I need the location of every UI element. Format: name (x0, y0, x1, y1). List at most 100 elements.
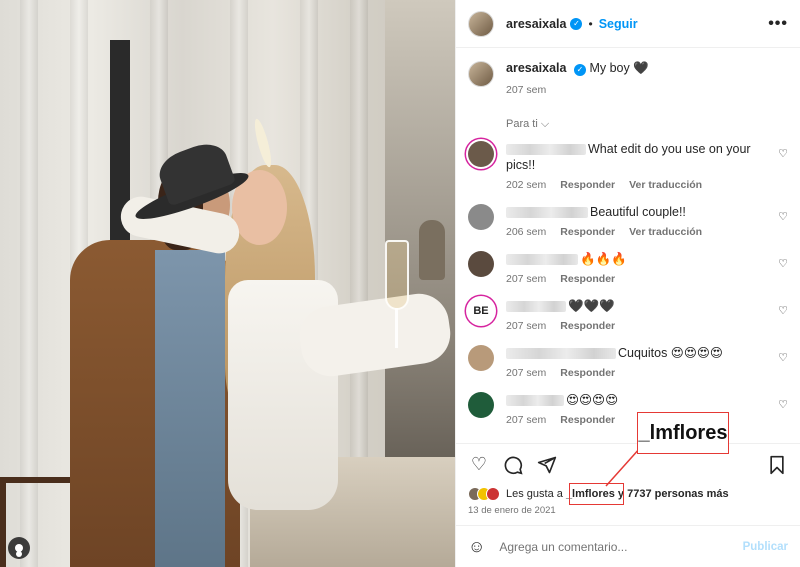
reply-button[interactable]: Responder (560, 414, 615, 426)
comment-sort-dropdown[interactable]: Para ti ⌵ (506, 118, 788, 131)
comment-text: Beautiful couple!! (590, 205, 686, 219)
commenter-avatar[interactable] (468, 345, 494, 371)
liker-avatar (486, 487, 500, 501)
comment-time: 202 sem (506, 179, 547, 191)
comment-time: 207 sem (506, 414, 547, 426)
likes-prefix: Les gusta a (506, 488, 566, 500)
commenter-avatar[interactable] (468, 141, 494, 167)
comment-line: Beautiful couple!! (506, 204, 776, 220)
publish-button[interactable]: Publicar (743, 541, 788, 553)
comment-item: What edit do you use on your pics!! 202 s… (468, 141, 788, 191)
blurred-username[interactable] (506, 207, 588, 219)
comment-time: 207 sem (506, 273, 547, 285)
comment-text: 🖤🖤🖤 (568, 299, 615, 313)
comment-line: Cuquitos 😍😍😍😍 (506, 345, 776, 361)
comment-line: What edit do you use on your pics!! (506, 141, 776, 173)
commenter-avatar[interactable] (468, 204, 494, 230)
instagram-post: aresaixala ✓ • Seguir ••• aresaixala ✓ M… (0, 0, 800, 567)
reply-button[interactable]: Responder (560, 320, 615, 332)
comment-body: 🔥🔥🔥 207 sem Responder (506, 251, 776, 285)
blurred-username[interactable] (506, 301, 566, 313)
blurred-username[interactable] (506, 395, 564, 407)
commenter-avatar[interactable]: BE (468, 298, 494, 324)
comment-text: 😍😍😍😍 (566, 393, 619, 407)
comment-item: Cuquitos 😍😍😍😍 207 sem Responder ♡ (468, 345, 788, 379)
comment-line: 🔥🔥🔥 (506, 251, 776, 267)
man-shirt (155, 250, 225, 567)
comment-meta: 206 sem Responder Ver traducción (506, 226, 776, 238)
glass-stem (395, 308, 398, 348)
post-header: aresaixala ✓ • Seguir ••• (456, 0, 800, 48)
follow-button[interactable]: Seguir (599, 17, 638, 31)
verified-badge-icon: ✓ (573, 63, 586, 76)
comment-body: What edit do you use on your pics!! 202 s… (506, 141, 776, 191)
annotation-highlight (569, 483, 624, 505)
comment-body: Beautiful couple!! 206 sem Responder Ver tr… (506, 204, 776, 238)
emoji-icon[interactable]: ☺ (468, 537, 485, 557)
more-options-icon[interactable]: ••• (768, 15, 788, 33)
comment-item: 🔥🔥🔥 207 sem Responder ♡ (468, 251, 788, 285)
blurred-username[interactable] (506, 144, 586, 156)
caption-time: 207 sem (506, 84, 547, 96)
avatar[interactable] (468, 10, 494, 37)
champagne-glass (385, 240, 409, 310)
comment-meta: 202 sem Responder Ver traducción (506, 179, 776, 191)
comment-time: 207 sem (506, 320, 547, 332)
post-side-panel: aresaixala ✓ • Seguir ••• aresaixala ✓ M… (455, 0, 800, 567)
annotation-callout: _lmflores (637, 412, 729, 454)
reply-button[interactable]: Responder (560, 273, 615, 285)
comment-like-heart-icon[interactable]: ♡ (778, 147, 788, 160)
reply-button[interactable]: Responder (560, 367, 615, 379)
post-photo[interactable] (0, 0, 455, 567)
comment-item: 😍😍😍😍 207 sem Responder ♡ (468, 392, 788, 426)
add-comment-bar: ☺ Publicar (456, 525, 800, 567)
avatar[interactable] (468, 61, 494, 87)
comment-meta: 207 sem Responder (506, 320, 776, 332)
comment-time: 207 sem (506, 367, 547, 379)
reply-button[interactable]: Responder (560, 179, 615, 191)
comment-body: 🖤🖤🖤 207 sem Responder (506, 298, 776, 332)
lamp (419, 220, 445, 280)
caption-text: My boy 🖤 (589, 61, 649, 75)
see-translation-button[interactable]: Ver traducción (629, 226, 702, 238)
comment-icon[interactable] (502, 454, 524, 476)
comment-like-heart-icon[interactable]: ♡ (778, 398, 788, 411)
caption: aresaixala ✓ My boy 🖤 207 sem (468, 48, 788, 96)
commenter-avatar[interactable] (468, 392, 494, 418)
action-bar: ♡ (456, 443, 800, 485)
comment-line: 😍😍😍😍 (506, 392, 776, 408)
separator-dot: • (588, 16, 593, 31)
reply-button[interactable]: Responder (560, 226, 615, 238)
comment-body: Cuquitos 😍😍😍😍 207 sem Responder (506, 345, 776, 379)
caption-body: aresaixala ✓ My boy 🖤 207 sem (506, 61, 649, 96)
comment-input[interactable] (499, 539, 743, 554)
comment-meta: 207 sem Responder (506, 273, 776, 285)
blurred-username[interactable] (506, 348, 616, 360)
see-translation-button[interactable]: Ver traducción (629, 179, 702, 191)
likes-count[interactable]: y 7737 personas más (615, 488, 729, 500)
likes-summary: Les gusta a _lmflores y 7737 personas má… (456, 485, 800, 503)
commenter-avatar[interactable] (468, 251, 494, 277)
caption-username[interactable]: aresaixala (506, 61, 566, 75)
blurred-username[interactable] (506, 254, 578, 266)
post-date: 13 de enero de 2021 (468, 505, 556, 516)
feather-headband (251, 117, 275, 169)
comment-text: Cuquitos 😍😍😍😍 (618, 346, 723, 360)
comment-item: BE 🖤🖤🖤 207 sem Responder ♡ (468, 298, 788, 332)
comment-list: What edit do you use on your pics!! 202 s… (468, 141, 788, 426)
author-username[interactable]: aresaixala (506, 17, 566, 31)
comment-meta: 207 sem Responder (506, 367, 776, 379)
verified-badge-icon: ✓ (570, 17, 583, 30)
comment-text: 🔥🔥🔥 (580, 252, 627, 266)
comment-like-heart-icon[interactable]: ♡ (778, 210, 788, 223)
share-icon[interactable] (536, 454, 558, 476)
comment-time: 206 sem (506, 226, 547, 238)
comment-like-heart-icon[interactable]: ♡ (778, 304, 788, 317)
tagged-users-icon[interactable] (8, 537, 30, 559)
bookmark-icon[interactable] (766, 454, 788, 476)
comments-scroll[interactable]: aresaixala ✓ My boy 🖤 207 sem Para ti ⌵ … (456, 48, 800, 443)
comment-item: Beautiful couple!! 206 sem Responder Ver tr… (468, 204, 788, 238)
comment-like-heart-icon[interactable]: ♡ (778, 351, 788, 364)
comment-like-heart-icon[interactable]: ♡ (778, 257, 788, 270)
heart-icon[interactable]: ♡ (468, 454, 490, 476)
